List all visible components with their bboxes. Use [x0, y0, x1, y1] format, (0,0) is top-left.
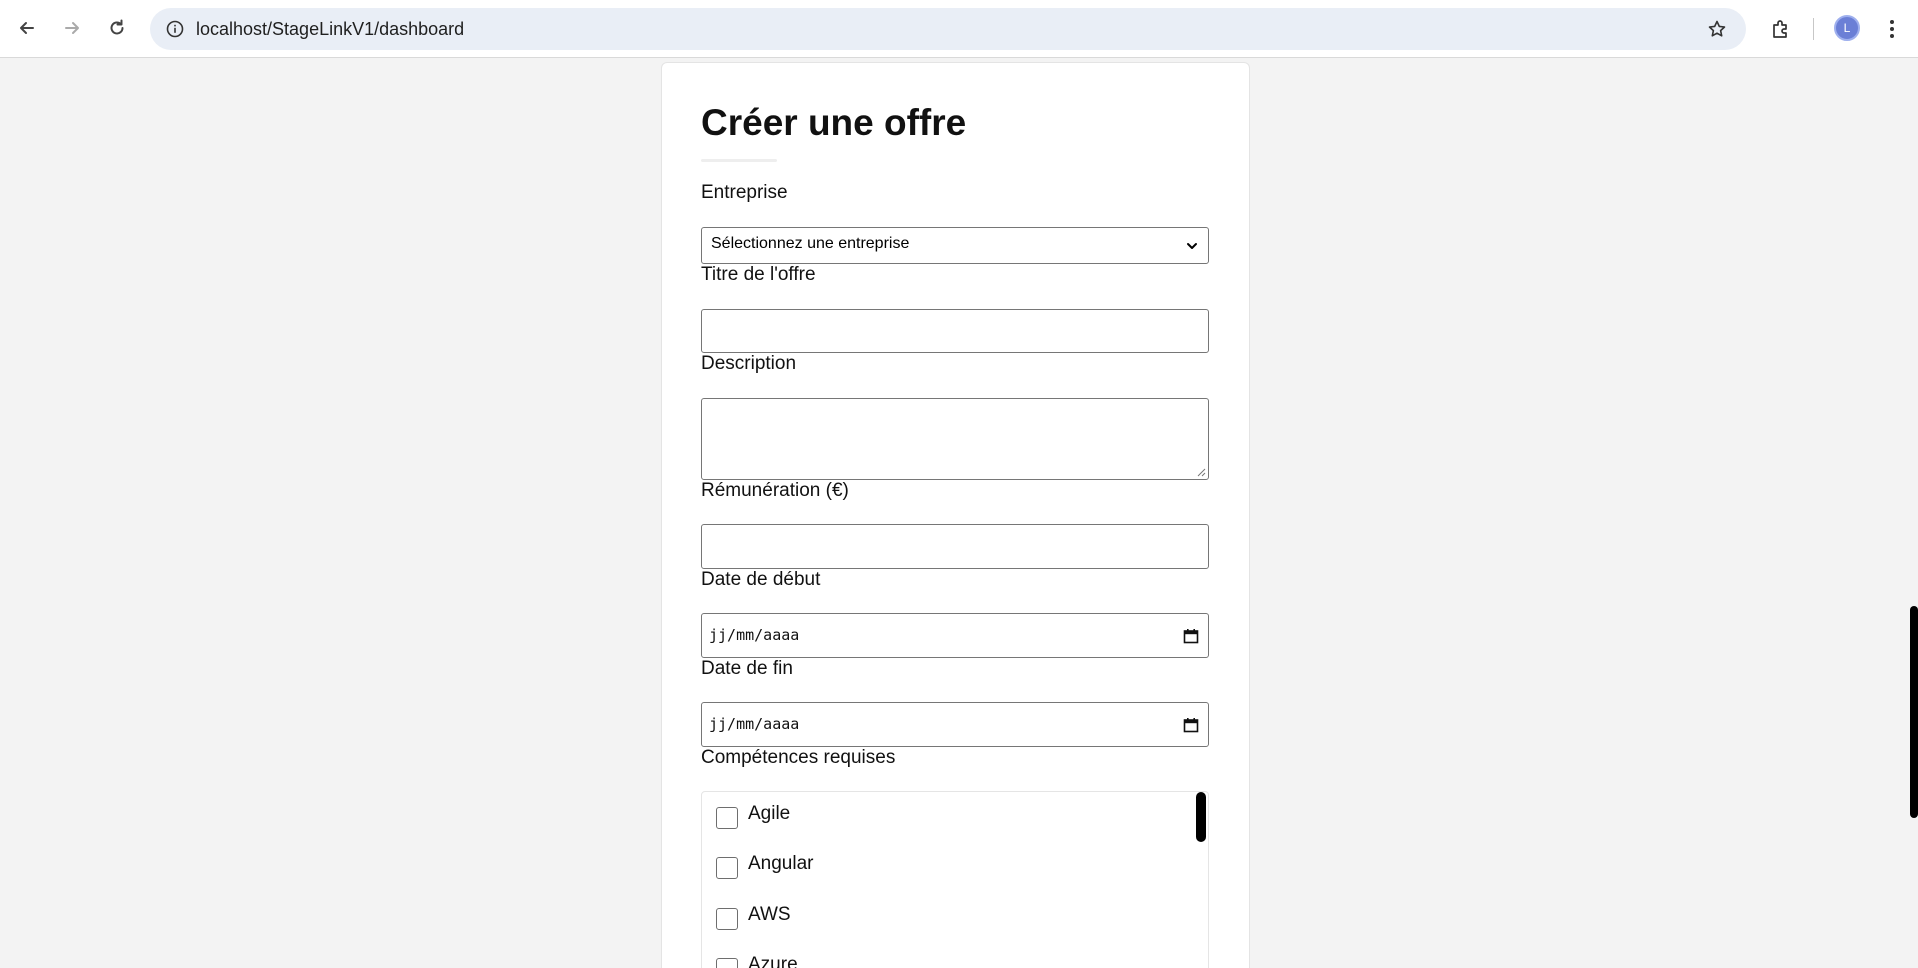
description-label: Description [701, 353, 797, 374]
page-scrollbar-thumb[interactable] [1910, 606, 1918, 818]
company-label: Entreprise [701, 182, 788, 203]
forward-arrow-icon [65, 22, 79, 34]
calendar-icon[interactable] [1182, 716, 1200, 734]
bookmark-star-icon[interactable] [1702, 14, 1732, 44]
end-date-input[interactable]: jj/mm/aaaa [701, 702, 1209, 747]
resize-grip-icon[interactable] [1197, 468, 1206, 477]
checkbox[interactable] [716, 807, 738, 829]
skill-label: Azure [748, 954, 798, 968]
skill-checkbox-item[interactable]: Agile [714, 801, 1114, 831]
skills-label: Compétences requises [701, 747, 896, 768]
end-date-label: Date de fin [701, 658, 793, 679]
forward-button[interactable] [55, 11, 89, 45]
company-select-value: Sélectionnez une entreprise [711, 235, 910, 252]
salary-input[interactable] [701, 524, 1209, 569]
skill-checkbox-item[interactable]: Azure [714, 952, 1114, 968]
skills-list[interactable]: Agile Angular AWS Azure [701, 791, 1209, 968]
reload-icon [110, 19, 124, 35]
start-date-label: Date de début [701, 569, 821, 590]
kebab-menu-icon[interactable] [1880, 12, 1904, 46]
skills-scrollbar-thumb[interactable] [1196, 792, 1206, 842]
back-arrow-icon [20, 22, 34, 34]
extensions-icon[interactable] [1764, 12, 1798, 46]
address-bar[interactable]: localhost/StageLinkV1/dashboard [150, 8, 1746, 50]
toolbar-separator [1813, 18, 1814, 40]
start-date-input[interactable]: jj/mm/aaaa [701, 613, 1209, 658]
start-date-placeholder: jj/mm/aaaa [709, 626, 800, 644]
back-button[interactable] [10, 11, 44, 45]
page-title: Créer une offre [701, 102, 967, 143]
end-date-placeholder: jj/mm/aaaa [709, 715, 800, 733]
description-textarea[interactable] [701, 398, 1209, 480]
site-info-icon[interactable] [160, 14, 190, 44]
skill-checkbox-item[interactable]: Angular [714, 851, 1114, 881]
browser-toolbar: localhost/StageLinkV1/dashboard L [0, 0, 1918, 58]
offer-title-label: Titre de l'offre [701, 264, 816, 285]
title-divider [701, 159, 777, 162]
company-select[interactable]: Sélectionnez une entreprise [701, 227, 1209, 264]
chevron-down-icon [1187, 243, 1197, 249]
url-text[interactable]: localhost/StageLinkV1/dashboard [196, 19, 464, 40]
reload-button[interactable] [100, 11, 134, 45]
calendar-icon[interactable] [1182, 627, 1200, 645]
checkbox[interactable] [716, 908, 738, 930]
skill-label: AWS [748, 904, 791, 925]
checkbox[interactable] [716, 958, 738, 968]
skill-label: Agile [748, 803, 791, 824]
offer-title-input[interactable] [701, 309, 1209, 353]
profile-avatar[interactable]: L [1834, 15, 1860, 41]
skill-label: Angular [748, 853, 814, 874]
checkbox[interactable] [716, 857, 738, 879]
salary-label: Rémunération (€) [701, 480, 849, 501]
skill-checkbox-item[interactable]: AWS [714, 902, 1114, 932]
